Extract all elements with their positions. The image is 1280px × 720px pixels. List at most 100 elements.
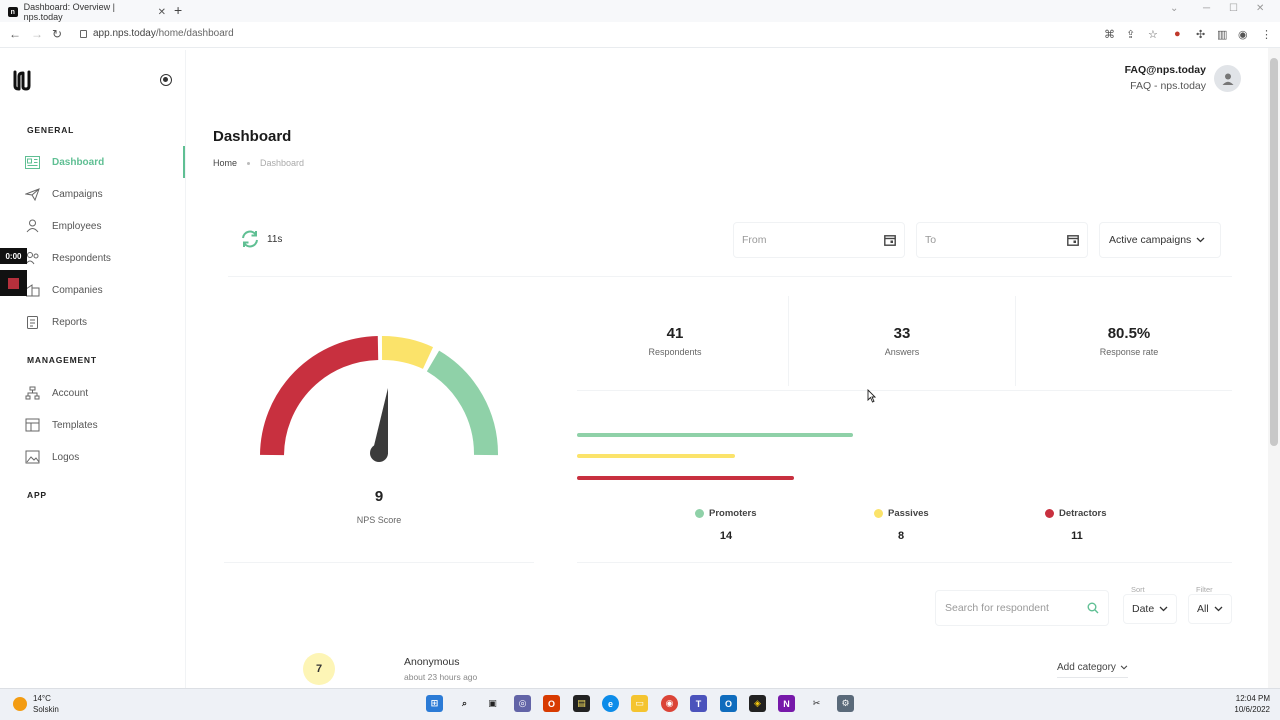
search-icon[interactable] bbox=[1087, 602, 1099, 614]
reload-icon[interactable]: ↻ bbox=[52, 27, 62, 41]
maximize-icon[interactable]: ☐ bbox=[1229, 3, 1238, 14]
sidebar-item-employees[interactable]: Employees bbox=[25, 214, 185, 238]
active-indicator bbox=[183, 146, 185, 178]
stat-label: Response rate bbox=[1099, 347, 1159, 357]
search-placeholder: Search for respondent bbox=[945, 602, 1049, 614]
legend-promoters: Promoters bbox=[695, 508, 757, 519]
sun-icon[interactable] bbox=[13, 697, 27, 711]
stat-value: 41 bbox=[666, 325, 684, 342]
app-icon[interactable]: ◈ bbox=[749, 695, 766, 712]
divider bbox=[577, 390, 1232, 391]
forward-icon[interactable]: → bbox=[31, 27, 43, 41]
sidebar-item-logos[interactable]: Logos bbox=[25, 445, 185, 469]
chevron-down-icon[interactable]: ⌄ bbox=[1170, 3, 1178, 14]
campaign-select-value: Active campaigns bbox=[1109, 234, 1192, 246]
calendar-icon[interactable] bbox=[1067, 234, 1079, 246]
nps-score-label: NPS Score bbox=[356, 515, 402, 525]
snipping-tool-icon[interactable]: ✂ bbox=[808, 695, 825, 712]
sidebar-item-label: Account bbox=[52, 387, 89, 399]
gauge-detractors-arc bbox=[260, 336, 379, 456]
legend-label: Promoters bbox=[709, 508, 757, 519]
back-icon[interactable]: ← bbox=[9, 27, 21, 41]
promoters-dot bbox=[695, 509, 704, 518]
chevron-down-icon bbox=[1196, 237, 1205, 243]
user-email: FAQ@nps.today bbox=[1124, 64, 1206, 76]
profile-icon[interactable]: ◉ bbox=[1238, 28, 1248, 41]
task-view-icon[interactable]: ▣ bbox=[484, 695, 501, 712]
breadcrumb-separator bbox=[247, 161, 251, 165]
menu-icon[interactable]: ⋮ bbox=[1261, 28, 1272, 41]
url-field[interactable]: app.nps.today/home/dashboard bbox=[80, 28, 234, 39]
from-date-input[interactable]: From bbox=[733, 222, 905, 258]
url-domain: app.nps.today bbox=[93, 28, 156, 39]
sort-value: Date bbox=[1132, 603, 1155, 615]
sidebar-item-companies[interactable]: Companies bbox=[25, 278, 185, 302]
to-placeholder: To bbox=[925, 234, 937, 246]
search-icon[interactable]: ⌕ bbox=[456, 695, 473, 712]
person-avatar-icon bbox=[1222, 73, 1233, 85]
clock-date: 10/6/2022 bbox=[1234, 705, 1270, 714]
respondent-search-input[interactable]: Search for respondent bbox=[935, 590, 1109, 626]
chrome-icon[interactable]: ◉ bbox=[661, 695, 678, 712]
theme-toggle-icon[interactable] bbox=[160, 74, 172, 86]
stat-label: Respondents bbox=[648, 347, 702, 357]
chat-icon[interactable]: ◎ bbox=[514, 695, 531, 712]
add-category-label: Add category bbox=[1057, 662, 1116, 673]
share-icon[interactable]: ⇪ bbox=[1126, 28, 1135, 41]
windows-start-icon[interactable]: ⊞ bbox=[426, 695, 443, 712]
recorder-stop-button[interactable] bbox=[0, 270, 27, 296]
teams-icon[interactable]: T bbox=[690, 695, 707, 712]
sticky-notes-icon[interactable]: ▤ bbox=[573, 695, 590, 712]
account-tree-icon bbox=[25, 386, 40, 400]
close-tab-icon[interactable]: ✕ bbox=[158, 7, 166, 18]
outlook-icon[interactable]: O bbox=[720, 695, 737, 712]
stat-response-rate: 80.5% Response rate bbox=[1016, 325, 1242, 357]
edge-icon[interactable]: e bbox=[602, 695, 619, 712]
stop-icon bbox=[8, 277, 19, 289]
close-window-icon[interactable]: ✕ bbox=[1256, 3, 1264, 14]
divider bbox=[224, 562, 534, 563]
sidebar-item-label: Logos bbox=[52, 451, 80, 463]
sidebar-item-label: Campaigns bbox=[52, 188, 103, 200]
add-category-button[interactable]: Add category bbox=[1057, 662, 1128, 678]
office-icon[interactable]: O bbox=[543, 695, 560, 712]
campaign-select[interactable]: Active campaigns bbox=[1099, 222, 1221, 258]
translate-icon[interactable]: ⌘ bbox=[1104, 28, 1115, 41]
minimize-icon[interactable]: ─ bbox=[1203, 3, 1210, 14]
divider bbox=[228, 276, 1232, 277]
to-date-input[interactable]: To bbox=[916, 222, 1088, 258]
onenote-icon[interactable]: N bbox=[778, 695, 795, 712]
nps-score: 9 bbox=[374, 488, 384, 505]
nps-gauge bbox=[260, 335, 499, 462]
calendar-icon[interactable] bbox=[884, 234, 896, 246]
sidebar-item-respondents[interactable]: Respondents bbox=[25, 246, 185, 270]
sort-select[interactable]: Date bbox=[1123, 594, 1178, 624]
sidebar-item-templates[interactable]: Templates bbox=[25, 413, 185, 437]
breadcrumb-current: Dashboard bbox=[260, 158, 305, 168]
sidebar-icon[interactable]: ▥ bbox=[1217, 28, 1227, 41]
scrollbar-thumb[interactable] bbox=[1270, 58, 1278, 446]
puzzle-icon[interactable]: ✣ bbox=[1196, 28, 1205, 41]
sidebar-item-reports[interactable]: Reports bbox=[25, 310, 185, 334]
gauge-pivot bbox=[370, 444, 388, 462]
star-icon[interactable]: ☆ bbox=[1148, 28, 1158, 41]
refresh-icon[interactable] bbox=[240, 229, 260, 249]
settings-gear-icon[interactable]: ⚙ bbox=[837, 695, 854, 712]
respondent-name[interactable]: Anonymous bbox=[404, 656, 459, 668]
sidebar-item-campaigns[interactable]: Campaigns bbox=[25, 182, 185, 206]
detractors-count: 11 bbox=[1071, 530, 1083, 542]
nps-logo-icon[interactable] bbox=[12, 68, 36, 92]
dashboard-icon bbox=[25, 155, 40, 169]
breadcrumb-home[interactable]: Home bbox=[213, 158, 237, 168]
avatar[interactable] bbox=[1214, 65, 1241, 92]
sidebar-item-account[interactable]: Account bbox=[25, 381, 185, 405]
extension-icon[interactable]: ● bbox=[1174, 28, 1181, 40]
clock-time: 12:04 PM bbox=[1235, 694, 1270, 703]
stat-respondents: 41 Respondents bbox=[562, 325, 788, 357]
sidebar-item-dashboard[interactable]: Dashboard bbox=[25, 150, 185, 174]
filter-select[interactable]: All bbox=[1188, 594, 1232, 624]
file-explorer-icon[interactable]: ▭ bbox=[631, 695, 648, 712]
new-tab-icon[interactable]: + bbox=[174, 2, 182, 18]
browser-tab[interactable]: n Dashboard: Overview | nps.today ✕ bbox=[8, 2, 166, 22]
stat-value: 80.5% bbox=[1107, 325, 1151, 342]
